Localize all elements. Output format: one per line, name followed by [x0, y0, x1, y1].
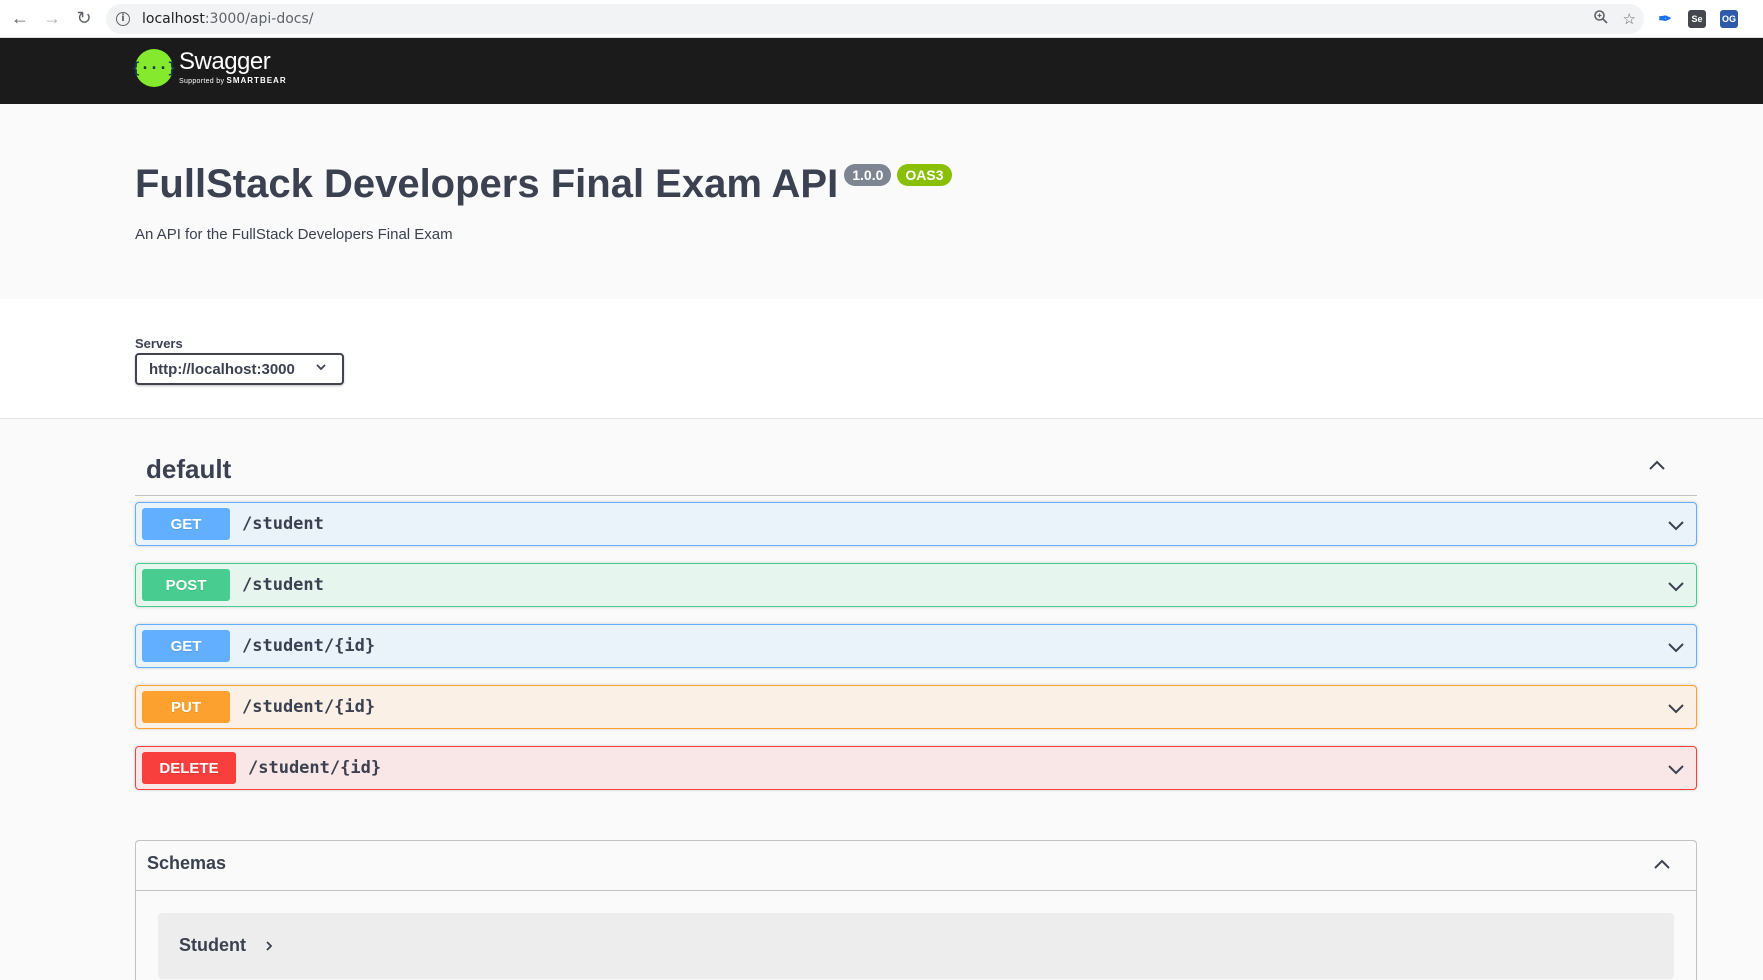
operation-path: /student/{id}: [248, 758, 382, 778]
feather-extension-icon[interactable]: ✒: [1656, 10, 1674, 28]
method-badge: DELETE: [142, 752, 236, 784]
method-badge: GET: [142, 630, 230, 662]
version-badge: 1.0.0: [844, 164, 892, 186]
page-title: FullStack Developers Final Exam API: [135, 162, 839, 206]
model-student[interactable]: Student: [158, 913, 1674, 979]
servers-selected-value: http://localhost:3000: [149, 360, 295, 378]
swagger-logo-icon: {···}: [131, 49, 177, 87]
api-info: FullStack Developers Final Exam API 1.0.…: [0, 104, 1763, 299]
chevron-down-icon[interactable]: [1664, 635, 1688, 659]
model-name: Student: [179, 935, 246, 955]
zoom-icon[interactable]: [1593, 9, 1609, 29]
selenium-extension-icon[interactable]: Se: [1688, 10, 1706, 28]
operation-delete-student-id[interactable]: DELETE /student/{id}: [135, 746, 1697, 790]
servers-select[interactable]: http://localhost:3000: [135, 353, 344, 385]
operation-get-student[interactable]: GET /student: [135, 502, 1697, 546]
og-extension-icon[interactable]: OG: [1720, 10, 1738, 28]
method-badge: PUT: [142, 691, 230, 723]
tag-title: default: [146, 454, 232, 484]
operation-get-student-id[interactable]: GET /student/{id}: [135, 624, 1697, 668]
operation-path: /student: [242, 575, 324, 595]
operation-post-student[interactable]: POST /student: [135, 563, 1697, 607]
schemas-header[interactable]: Schemas: [136, 841, 1696, 891]
swagger-brand-text: Swagger: [179, 48, 271, 75]
api-description: An API for the FullStack Developers Fina…: [135, 226, 453, 243]
servers-label: Servers: [135, 336, 183, 351]
chevron-down-icon[interactable]: [1664, 513, 1688, 537]
swagger-topbar: {···} Swagger Supported by SMARTBEAR: [0, 38, 1763, 104]
operation-path: /student/{id}: [242, 636, 376, 656]
chevron-down-icon[interactable]: [1664, 757, 1688, 781]
tag-section-default[interactable]: default: [135, 440, 1697, 496]
schemas-title: Schemas: [147, 853, 227, 873]
schemas-section: Schemas Student: [135, 840, 1697, 980]
chevron-down-icon[interactable]: [1664, 696, 1688, 720]
chevron-up-icon[interactable]: [1645, 454, 1669, 478]
method-badge: GET: [142, 508, 230, 540]
chevron-down-icon: [314, 360, 328, 377]
swagger-logo[interactable]: {···} Swagger Supported by SMARTBEAR: [131, 48, 287, 87]
chevron-up-icon[interactable]: [1650, 853, 1674, 877]
chevron-right-icon[interactable]: [262, 939, 276, 956]
url-text[interactable]: localhost:3000/api-docs/: [142, 11, 313, 27]
supported-by-text: Supported by SMARTBEAR: [179, 76, 287, 85]
address-bar[interactable]: i localhost:3000/api-docs/ ☆: [106, 4, 1644, 34]
back-button[interactable]: ←: [6, 5, 34, 33]
method-badge: POST: [142, 569, 230, 601]
reload-button[interactable]: ↻: [70, 5, 98, 33]
bookmark-star-icon[interactable]: ☆: [1623, 10, 1636, 28]
forward-button[interactable]: →: [38, 5, 66, 33]
site-info-icon[interactable]: i: [116, 12, 130, 26]
operation-put-student-id[interactable]: PUT /student/{id}: [135, 685, 1697, 729]
servers-section: Servers http://localhost:3000: [0, 299, 1763, 419]
operation-path: /student: [242, 514, 324, 534]
oas-badge: OAS3: [897, 164, 952, 186]
browser-toolbar: ← → ↻ i localhost:3000/api-docs/ ☆ ✒ Se …: [0, 0, 1763, 38]
chevron-down-icon[interactable]: [1664, 574, 1688, 598]
operation-path: /student/{id}: [242, 697, 376, 717]
